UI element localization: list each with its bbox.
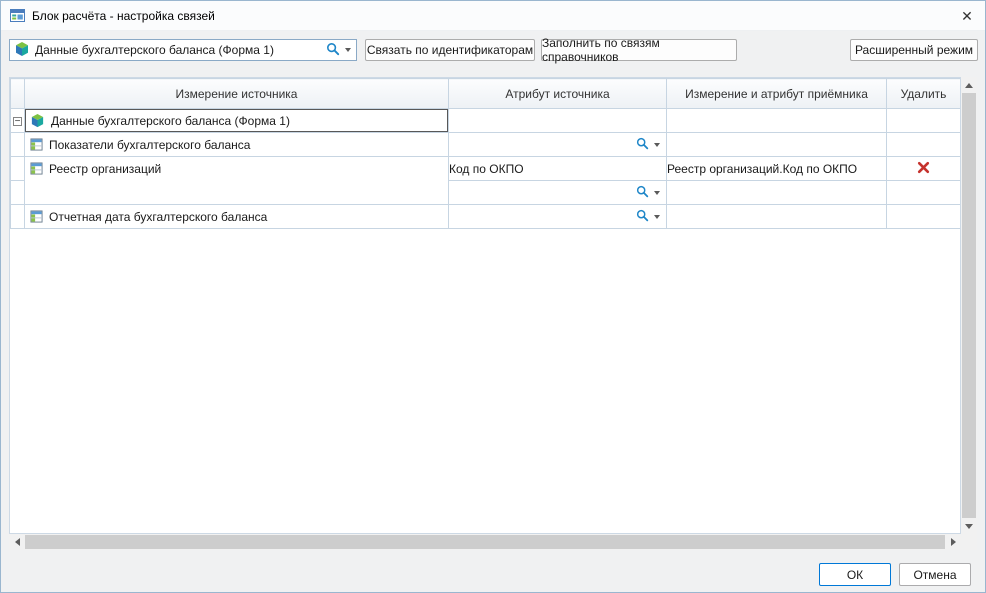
grid-cell-empty[interactable] bbox=[667, 133, 887, 157]
triangle-down-icon bbox=[965, 524, 973, 529]
search-icon[interactable] bbox=[326, 42, 340, 59]
dictionary-table-icon bbox=[30, 162, 43, 175]
grid-row-root: − Данные бухгалтерского баланса (Форма 1… bbox=[11, 109, 961, 133]
vertical-scrollbar[interactable] bbox=[961, 77, 977, 534]
dictionary-table-icon bbox=[30, 138, 43, 151]
grid-cell-empty[interactable] bbox=[667, 181, 887, 205]
grid-cell-empty[interactable] bbox=[667, 205, 887, 229]
grid-header-receiver: Измерение и атрибут приёмника bbox=[667, 79, 887, 109]
grid-row-report-date: Отчетная дата бухгалтерского баланса bbox=[11, 205, 961, 229]
grid-cell-empty[interactable] bbox=[887, 181, 961, 205]
scroll-up-button[interactable] bbox=[961, 77, 977, 93]
grid-cell-empty[interactable] bbox=[667, 109, 887, 133]
grid-cell-registry-source[interactable]: Реестр организаций bbox=[25, 157, 449, 205]
grid-cell-root-source[interactable]: Данные бухгалтерского баланса (Форма 1) bbox=[25, 109, 449, 133]
link-by-identifiers-button[interactable]: Связать по идентификаторам bbox=[365, 39, 535, 61]
tree-strip-cell: − bbox=[11, 109, 25, 133]
row-label: Реестр организаций bbox=[49, 162, 161, 176]
scroll-right-button[interactable] bbox=[945, 534, 961, 550]
triangle-up-icon bbox=[965, 83, 973, 88]
grid-header-delete: Удалить bbox=[887, 79, 961, 109]
window-icon bbox=[10, 8, 25, 23]
search-icon[interactable] bbox=[636, 185, 649, 201]
triangle-left-icon bbox=[15, 538, 20, 546]
tree-strip-cell bbox=[11, 181, 25, 205]
cancel-button[interactable]: Отмена bbox=[899, 563, 971, 586]
grid-cell-indicators-source[interactable]: Показатели бухгалтерского баланса bbox=[25, 133, 449, 157]
grid-cell-empty[interactable] bbox=[887, 133, 961, 157]
advanced-mode-button[interactable]: Расширенный режим bbox=[850, 39, 978, 61]
grid-row-indicators: Показатели бухгалтерского баланса bbox=[11, 133, 961, 157]
chevron-down-icon[interactable] bbox=[654, 143, 660, 147]
search-icon[interactable] bbox=[636, 209, 649, 225]
grid-cell-registry-attribute[interactable]: Код по ОКПО bbox=[449, 157, 667, 181]
source-object-combobox[interactable]: Данные бухгалтерского баланса (Форма 1) bbox=[9, 39, 357, 61]
grid-cell-registry-attribute-new[interactable] bbox=[449, 181, 667, 205]
row-label: Показатели бухгалтерского баланса bbox=[49, 138, 250, 152]
triangle-right-icon bbox=[951, 538, 956, 546]
grid-cell-registry-receiver[interactable]: Реестр организаций.Код по ОКПО bbox=[667, 157, 887, 181]
fill-by-dictionary-links-button[interactable]: Заполнить по связям справочников bbox=[541, 39, 737, 61]
close-button[interactable]: ✕ bbox=[949, 1, 985, 31]
horizontal-scrollbar-thumb[interactable] bbox=[25, 535, 945, 549]
links-grid-viewport: Измерение источника Атрибут источника Из… bbox=[9, 77, 961, 534]
grid-cell-indicators-attribute[interactable] bbox=[449, 133, 667, 157]
chevron-down-icon[interactable] bbox=[654, 191, 660, 195]
data-cube-icon bbox=[14, 41, 30, 60]
root-label: Данные бухгалтерского баланса (Форма 1) bbox=[51, 114, 290, 128]
horizontal-scrollbar[interactable] bbox=[9, 534, 961, 550]
tree-strip-cell bbox=[11, 205, 25, 229]
grid-cell-report-date-source[interactable]: Отчетная дата бухгалтерского баланса bbox=[25, 205, 449, 229]
dictionary-table-icon bbox=[30, 210, 43, 223]
links-grid: Измерение источника Атрибут источника Из… bbox=[10, 78, 961, 229]
grid-cell-empty[interactable] bbox=[887, 205, 961, 229]
grid-header-tree-strip bbox=[11, 79, 25, 109]
grid-cell-registry-delete bbox=[887, 157, 961, 181]
tree-collapse-icon[interactable]: − bbox=[13, 117, 22, 126]
vertical-scrollbar-thumb[interactable] bbox=[962, 93, 976, 518]
combobox-value: Данные бухгалтерского баланса (Форма 1) bbox=[35, 43, 321, 57]
delete-link-icon[interactable] bbox=[917, 163, 930, 177]
grid-header-row: Измерение источника Атрибут источника Из… bbox=[11, 79, 961, 109]
search-icon[interactable] bbox=[636, 137, 649, 153]
tree-strip-cell bbox=[11, 157, 25, 181]
grid-row-registry: Реестр организаций Код по ОКПО Реестр ор… bbox=[11, 157, 961, 181]
page-title: Блок расчёта - настройка связей bbox=[32, 9, 215, 23]
chevron-down-icon[interactable] bbox=[654, 215, 660, 219]
links-grid-area: Измерение источника Атрибут источника Из… bbox=[9, 77, 977, 550]
dialog-window: Блок расчёта - настройка связей ✕ Данные… bbox=[0, 0, 986, 593]
grid-header-source-attribute: Атрибут источника bbox=[449, 79, 667, 109]
grid-cell-report-date-attribute[interactable] bbox=[449, 205, 667, 229]
grid-cell-empty[interactable] bbox=[449, 109, 667, 133]
scroll-left-button[interactable] bbox=[9, 534, 25, 550]
scroll-down-button[interactable] bbox=[961, 518, 977, 534]
grid-header-source-dimension: Измерение источника bbox=[25, 79, 449, 109]
chevron-down-icon[interactable] bbox=[345, 48, 351, 52]
title-bar: Блок расчёта - настройка связей bbox=[1, 1, 985, 31]
scrollbar-corner bbox=[961, 534, 977, 550]
tree-strip-cell bbox=[11, 133, 25, 157]
grid-cell-empty[interactable] bbox=[887, 109, 961, 133]
ok-button[interactable]: ОК bbox=[819, 563, 891, 586]
data-cube-icon bbox=[30, 113, 45, 128]
row-label: Отчетная дата бухгалтерского баланса bbox=[49, 210, 267, 224]
